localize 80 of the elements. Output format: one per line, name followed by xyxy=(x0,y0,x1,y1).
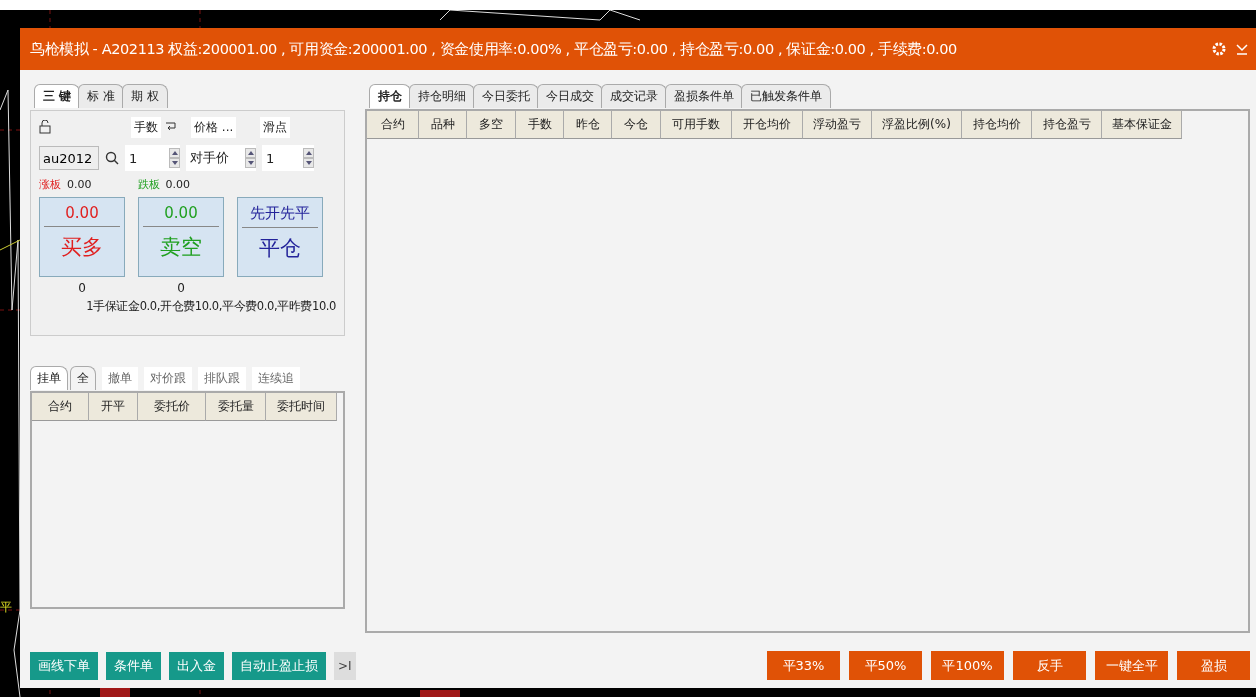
column-header[interactable]: 开平 xyxy=(89,393,138,421)
slippage-label: 滑点 xyxy=(260,116,291,138)
column-header[interactable]: 手数 xyxy=(516,111,564,139)
tab[interactable]: 已触发条件单 xyxy=(741,84,831,108)
column-header[interactable]: 委托时间 xyxy=(266,393,337,421)
settings-icon[interactable] xyxy=(1212,42,1226,56)
trade-label: 买多 xyxy=(61,234,103,261)
fee-note: 1手保证金0.0,开仓费10.0,平今费0.0,平昨费10.0 xyxy=(85,299,336,314)
column-header[interactable]: 合约 xyxy=(32,393,89,421)
column-header[interactable]: 持仓均价 xyxy=(962,111,1032,139)
column-header[interactable]: 今仓 xyxy=(612,111,661,139)
limit-down-value: 0.00 xyxy=(165,177,190,191)
column-header[interactable]: 可用手数 xyxy=(661,111,732,139)
spin-down-icon[interactable] xyxy=(303,158,314,168)
trade-label: 平仓 xyxy=(259,235,301,262)
action-button[interactable]: 条件单 xyxy=(106,652,161,680)
tab[interactable]: 全 xyxy=(70,366,96,390)
column-header[interactable]: 委托价 xyxy=(138,393,206,421)
column-header[interactable]: 持仓盈亏 xyxy=(1032,111,1102,139)
trade-price: 0.00 xyxy=(44,204,120,227)
spin-up-icon[interactable] xyxy=(245,148,256,158)
tab[interactable]: 今日成交 xyxy=(537,84,603,108)
action-button[interactable]: 盈损 xyxy=(1177,651,1250,680)
limit-up-value: 0.00 xyxy=(67,177,92,191)
column-header[interactable]: 浮动盈亏 xyxy=(803,111,872,139)
tab[interactable]: 持仓 xyxy=(369,84,411,108)
search-icon[interactable] xyxy=(105,151,119,165)
column-header[interactable]: 合约 xyxy=(367,111,419,139)
action-button[interactable]: 画线下单 xyxy=(30,652,98,680)
trade-button[interactable]: 0.00 买多 xyxy=(39,197,125,277)
limit-up-label: 涨板 xyxy=(39,176,61,192)
spin-down-icon[interactable] xyxy=(245,158,256,168)
tab[interactable]: 成交记录 xyxy=(601,84,667,108)
return-icon[interactable] xyxy=(165,121,177,133)
action-button[interactable]: 平50% xyxy=(849,651,922,680)
lock-icon[interactable] xyxy=(39,120,51,134)
position-count: 0 xyxy=(78,281,86,295)
symbol-field[interactable]: au2012 xyxy=(39,146,99,170)
price-label[interactable]: 价格 ... xyxy=(191,116,237,138)
column-header[interactable]: 开仓均价 xyxy=(732,111,803,139)
position-count: 0 xyxy=(177,281,185,295)
chart-label: 平 xyxy=(0,599,12,616)
action-button[interactable]: 出入金 xyxy=(169,652,224,680)
price-type-spinner[interactable]: 对手价 xyxy=(186,145,256,171)
spin-up-icon[interactable] xyxy=(169,148,180,158)
column-header[interactable]: 浮盈比例(%) xyxy=(872,111,962,139)
action-button[interactable]: 排队跟 xyxy=(198,367,246,390)
collapse-icon[interactable] xyxy=(1236,43,1248,55)
action-button[interactable]: 撤单 xyxy=(102,367,138,390)
quantity-label: 手数 xyxy=(131,116,161,138)
trade-price: 先开先平 xyxy=(242,204,318,228)
action-button[interactable]: 连续追 xyxy=(252,367,300,390)
action-button[interactable]: 一键全平 xyxy=(1095,651,1168,680)
column-header[interactable]: 多空 xyxy=(467,111,516,139)
window-title: 鸟枪模拟 - A202113 权益:200001.00 , 可用资金:200001.00 , 资金使用率:0.00% , 平仓盈亏:0.00 , 持仓盈亏:0.00 , 保证金:0.00 , 手续费:0.00 xyxy=(30,39,958,59)
action-button[interactable]: 反手 xyxy=(1013,651,1086,680)
trade-price: 0.00 xyxy=(143,204,219,227)
column-header[interactable]: 委托量 xyxy=(206,393,266,421)
trade-label: 卖空 xyxy=(160,234,202,261)
tab[interactable]: 持仓明细 xyxy=(409,84,475,108)
action-button[interactable]: 平33% xyxy=(767,651,840,680)
tab[interactable]: 盈损条件单 xyxy=(665,84,743,108)
quantity-spinner[interactable]: 1 xyxy=(125,145,180,171)
slippage-spinner[interactable]: 1 xyxy=(262,145,314,171)
action-button[interactable]: 平100% xyxy=(931,651,1004,680)
action-button[interactable]: 自动止盈止损 xyxy=(232,652,326,680)
spin-up-icon[interactable] xyxy=(303,148,314,158)
tab[interactable]: 今日委托 xyxy=(473,84,539,108)
trade-button[interactable]: 先开先平 平仓 xyxy=(237,197,323,277)
tab[interactable]: 标 准 xyxy=(78,84,124,108)
tab[interactable]: 三 键 xyxy=(34,84,81,108)
column-header[interactable]: 基本保证金 xyxy=(1102,111,1182,139)
column-header[interactable]: 品种 xyxy=(419,111,467,139)
expand-button[interactable]: >I xyxy=(334,652,356,680)
tab[interactable]: 期 权 xyxy=(122,84,168,108)
column-header[interactable]: 昨仓 xyxy=(564,111,612,139)
limit-down-label: 跌板 xyxy=(137,176,160,192)
tab[interactable]: 挂单 xyxy=(30,366,68,390)
action-button[interactable]: 对价跟 xyxy=(144,367,192,390)
spin-down-icon[interactable] xyxy=(169,158,180,168)
